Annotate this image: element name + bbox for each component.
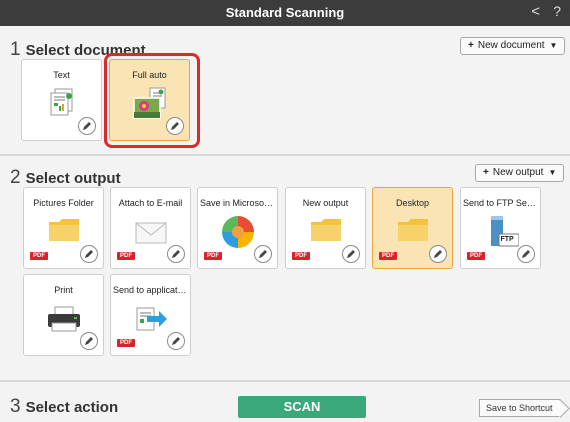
pencil-icon [522,250,530,258]
new-document-label: New document [477,40,545,51]
section-divider [0,380,570,382]
pdf-badge: PDF [379,252,397,260]
output-tile-new-output[interactable]: New output PDF [285,187,366,269]
edit-ftp-server-button[interactable] [517,245,535,263]
output-tile-ftp-server[interactable]: Send to FTP Server FTP PDF [460,187,541,269]
step3-label: Select action [25,399,119,416]
edit-send-to-application-button[interactable] [167,332,185,350]
window-title: Standard Scanning [225,5,345,20]
step1-number: 1 [10,39,21,60]
step2-label: Select output [25,170,121,187]
tile-label: New output [302,198,349,208]
edit-attach-email-button[interactable] [167,245,185,263]
select-document-section: 1 Select document + New document ▼ Text Ful… [0,26,570,154]
pdf-badge: PDF [467,252,485,260]
step2-number: 2 [10,167,21,188]
output-tile-print[interactable]: Print [23,274,104,356]
edit-desktop-button[interactable] [429,245,447,263]
pencil-icon [347,250,355,258]
send-to-app-icon [136,307,167,331]
pencil-icon [172,337,180,345]
output-tile-sharepoint[interactable]: Save in Microsoft S... PDF [197,187,278,269]
envelope-icon [135,222,166,244]
pencil-icon [172,250,180,258]
tile-label: Send to FTP Server [463,198,538,208]
new-output-label: New output [492,167,544,178]
step2-title: 2 Select output [10,167,121,189]
pencil-icon [434,250,442,258]
new-document-button[interactable]: + New document ▼ [460,37,566,55]
pdf-badge: PDF [204,252,222,260]
step3-number: 3 [10,396,21,417]
edit-pictures-folder-button[interactable] [80,245,98,263]
chevron-down-icon: ▼ [549,41,558,50]
pencil-icon [259,250,267,258]
tile-label: Save in Microsoft S... [200,198,275,208]
back-icon[interactable]: < [531,3,540,20]
section-divider [0,154,570,156]
step3-title: 3 Select action [10,396,118,418]
chevron-down-icon: ▼ [548,168,557,177]
pdf-badge: PDF [117,339,135,347]
output-tile-send-to-application[interactable]: Send to application PDF [110,274,191,356]
edit-sharepoint-button[interactable] [254,245,272,263]
sharepoint-icon [221,216,254,248]
plus-icon: + [468,40,474,51]
tile-label: Text [53,70,70,80]
output-tile-pictures-folder[interactable]: Pictures Folder PDF [23,187,104,269]
edit-text-tile-button[interactable] [78,117,96,135]
tile-label: Pictures Folder [33,198,94,208]
edit-new-output-button[interactable] [342,245,360,263]
folder-icon [397,219,428,241]
pencil-icon [85,337,93,345]
output-tile-attach-to-email[interactable]: Attach to E-mail PDF [110,187,191,269]
text-document-icon [50,88,72,116]
folder-icon [48,219,79,241]
tile-label: Desktop [395,198,430,208]
pdf-badge: PDF [292,252,310,260]
printer-icon [47,306,80,332]
pdf-badge: PDF [30,252,48,260]
folder-icon [310,219,341,241]
pencil-icon [85,250,93,258]
tile-label: Attach to E-mail [118,198,183,208]
save-to-shortcut-button[interactable]: Save to Shortcut [479,399,560,417]
pencil-icon [83,122,91,130]
pdf-badge: PDF [117,252,135,260]
document-tile-text[interactable]: Text [21,59,102,141]
tile-label: Send to application [113,285,188,295]
plus-icon: + [483,167,489,178]
title-bar: Standard Scanning < ? [0,0,570,26]
ftp-icon-text: FTP [500,236,514,243]
scan-button[interactable]: SCAN [238,396,366,418]
help-icon[interactable]: ? [553,3,561,19]
save-to-shortcut-label: Save to Shortcut [486,403,553,413]
selection-highlight [104,53,200,148]
edit-print-button[interactable] [80,332,98,350]
select-output-section: 2 Select output + New output ▼ Pictures Fol… [0,158,570,380]
ftp-server-icon: FTP [483,214,519,250]
new-output-button[interactable]: + New output ▼ [475,164,565,182]
output-tile-desktop[interactable]: Desktop PDF [372,187,453,269]
tile-label: Print [54,285,73,295]
